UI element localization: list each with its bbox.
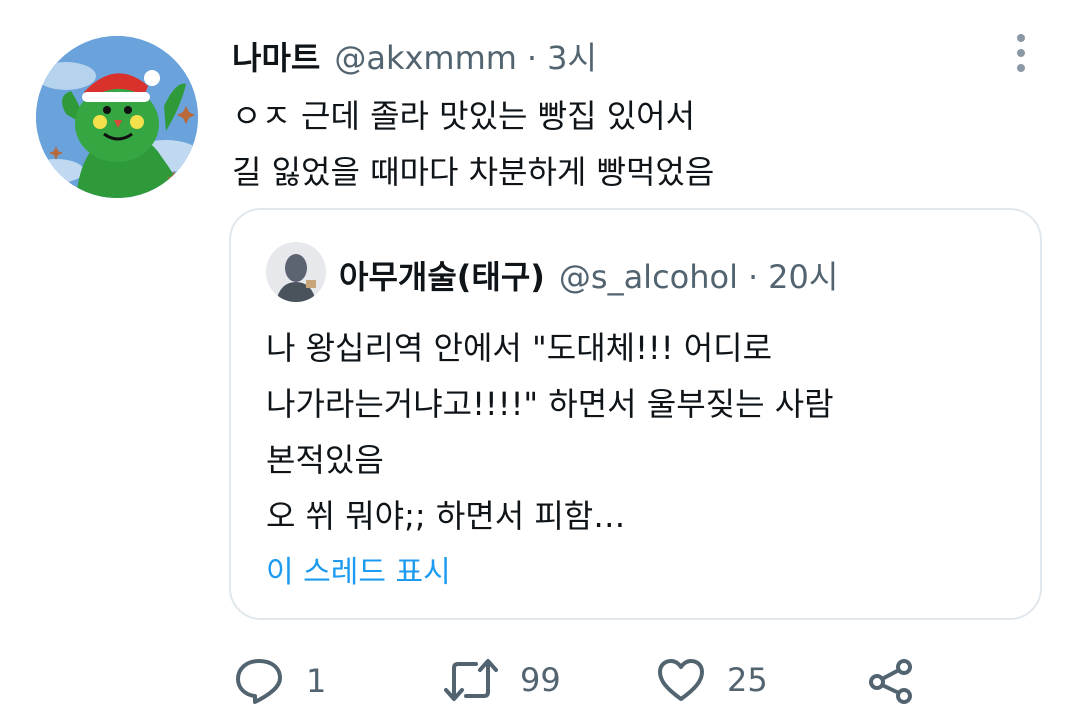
share-button[interactable]	[866, 658, 916, 704]
quoted-text-line: 나가라는거냐고!!!!" 하면서 울부짖는 사람	[266, 385, 834, 423]
tweet-text-line: 길 잃었을 때마다 차분하게 빵먹었음	[232, 153, 715, 191]
quoted-user-handle[interactable]: @s_alcohol	[559, 258, 738, 296]
like-count: 25	[727, 661, 768, 699]
show-thread-link[interactable]: 이 스레드 표시	[266, 547, 451, 591]
quoted-text: 나 왕십리역 안에서 "도대체!!! 어디로 나가라는거냐고!!!!" 하면서 …	[266, 320, 834, 544]
action-bar: 1 99 25	[0, 650, 1080, 710]
separator-dot: ·	[526, 39, 538, 77]
like-button[interactable]: 25	[657, 658, 768, 702]
retweet-icon	[444, 659, 498, 701]
reply-button[interactable]: 1	[234, 658, 326, 704]
display-name[interactable]: 나마트	[232, 33, 320, 79]
quoted-avatar[interactable]	[266, 242, 326, 302]
reply-bubble-icon	[236, 659, 282, 704]
share-icon	[869, 659, 912, 704]
vertical-dots-icon[interactable]	[1006, 34, 1036, 74]
retweet-count: 99	[520, 661, 561, 699]
quoted-text-line: 본적있음	[266, 441, 384, 479]
avatar[interactable]	[36, 36, 198, 198]
separator-dot: ·	[747, 258, 759, 296]
timestamp[interactable]: 3시	[547, 33, 597, 79]
quoted-text-line: 오 쒸 뭐야;; 하면서 피함…	[266, 497, 626, 535]
quoted-text-line: 나 왕십리역 안에서 "도대체!!! 어디로	[266, 329, 773, 367]
reply-count: 1	[306, 662, 327, 700]
user-handle[interactable]: @akxmmm	[334, 39, 517, 77]
gray-silhouette-avatar-icon	[266, 242, 326, 302]
tweet-header: 나마트 @akxmmm · 3시	[232, 33, 597, 77]
green-mascot-avatar-icon	[36, 36, 198, 198]
quoted-display-name[interactable]: 아무개술(태구)	[339, 252, 545, 298]
quoted-header: 아무개술(태구) @s_alcohol · 20시	[339, 252, 838, 298]
quoted-tweet[interactable]: 아무개술(태구) @s_alcohol · 20시 나 왕십리역 안에서 "도대…	[229, 208, 1042, 620]
tweet-text: ㅇㅈ 근데 졸라 맛있는 빵집 있어서 길 잃었을 때마다 차분하게 빵먹었음	[232, 88, 714, 200]
tweet-text-line: ㅇㅈ 근데 졸라 맛있는 빵집 있어서	[232, 97, 696, 135]
heart-icon	[658, 659, 704, 701]
quoted-timestamp[interactable]: 20시	[768, 252, 838, 298]
retweet-button[interactable]: 99	[444, 658, 561, 702]
